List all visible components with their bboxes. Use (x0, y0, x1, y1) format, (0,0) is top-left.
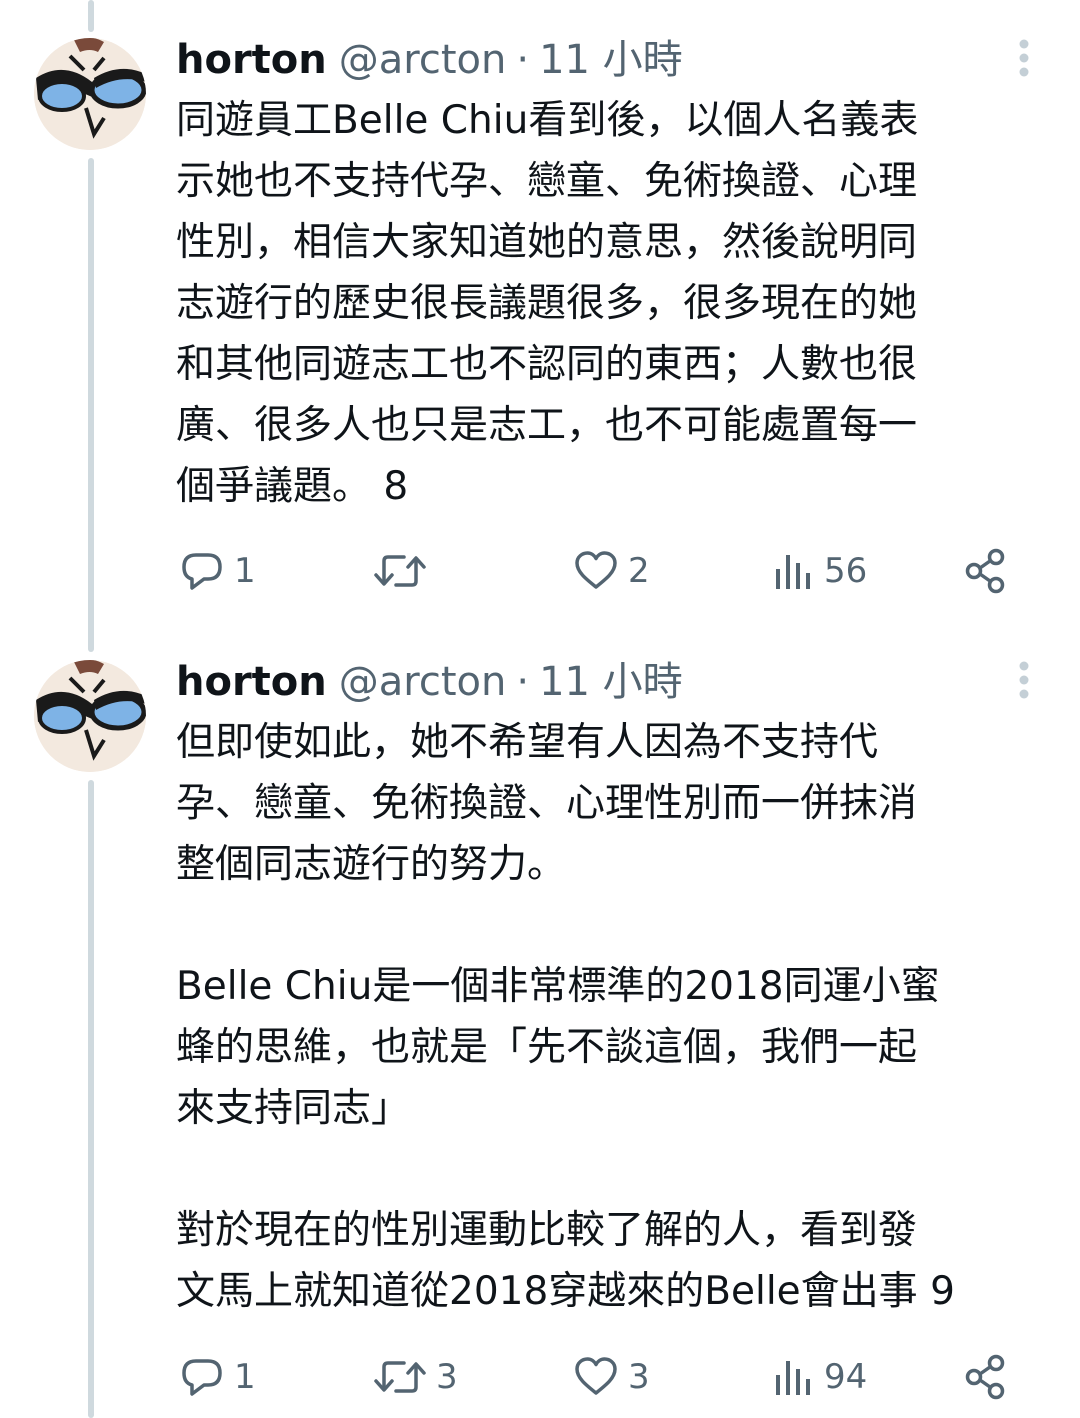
more-vertical-icon (1019, 39, 1029, 77)
share-button[interactable] (964, 1349, 1008, 1405)
user-handle[interactable]: @arcton (339, 654, 507, 710)
reply-count: 1 (234, 1357, 256, 1397)
tweet-text: 同遊員工Belle Chiu看到後，以個人名義表 示她也不支持代孕、戀童、免術換… (176, 98, 919, 509)
more-button[interactable] (1004, 36, 1044, 86)
avatar-image (34, 38, 146, 150)
display-name[interactable]: horton (176, 654, 327, 710)
avatar-image (34, 660, 146, 772)
user-handle[interactable]: @arcton (339, 32, 507, 88)
separator-dot: · (516, 37, 530, 83)
retweet-icon (374, 1361, 426, 1393)
views-button[interactable]: 56 (772, 543, 867, 599)
reply-icon (182, 1359, 222, 1396)
more-vertical-icon (1019, 661, 1029, 699)
action-bar: 1 2 56 (176, 543, 1016, 599)
retweet-button[interactable]: 3 (372, 1349, 458, 1405)
more-button[interactable] (1004, 658, 1044, 708)
like-button[interactable]: 2 (572, 543, 650, 599)
retweet-count: 3 (436, 1357, 458, 1397)
reply-icon (182, 553, 222, 590)
share-icon (965, 548, 1005, 594)
avatar[interactable] (34, 38, 146, 150)
view-count: 94 (824, 1357, 868, 1397)
like-count: 3 (628, 1357, 650, 1397)
reply-count: 1 (234, 551, 256, 591)
timestamp[interactable]: 11 小時 (539, 654, 683, 710)
like-button[interactable]: 3 (572, 1349, 650, 1405)
views-button[interactable]: 94 (772, 1349, 867, 1405)
separator-dot: · (516, 659, 530, 705)
tweet-2[interactable]: horton @arcton · 11 小時 但即使如此，她不希望有人因為不支持… (0, 620, 1080, 1418)
tweet-header: horton @arcton · 11 小時 (176, 654, 683, 710)
action-bar: 1 3 3 94 (176, 1349, 1016, 1405)
display-name[interactable]: horton (176, 32, 327, 88)
tweet-text: 但即使如此，她不希望有人因為不支持代 孕、戀童、免術換證、心理性別而一併抹消 整… (176, 720, 955, 1314)
reply-button[interactable]: 1 (178, 1349, 256, 1405)
tweet-1[interactable]: horton @arcton · 11 小時 同遊員工Belle Chiu看到後… (0, 0, 1080, 620)
timestamp[interactable]: 11 小時 (539, 32, 683, 88)
tweet-header: horton @arcton · 11 小時 (176, 32, 683, 88)
share-icon (965, 1354, 1005, 1400)
retweet-button[interactable] (372, 543, 436, 599)
avatar[interactable] (34, 660, 146, 772)
heart-icon (575, 1357, 617, 1395)
views-icon (776, 1361, 810, 1395)
retweet-icon (374, 555, 426, 587)
like-count: 2 (628, 551, 650, 591)
view-count: 56 (824, 551, 868, 591)
heart-icon (575, 551, 617, 589)
share-button[interactable] (964, 543, 1008, 599)
views-icon (776, 555, 810, 589)
reply-button[interactable]: 1 (178, 543, 256, 599)
